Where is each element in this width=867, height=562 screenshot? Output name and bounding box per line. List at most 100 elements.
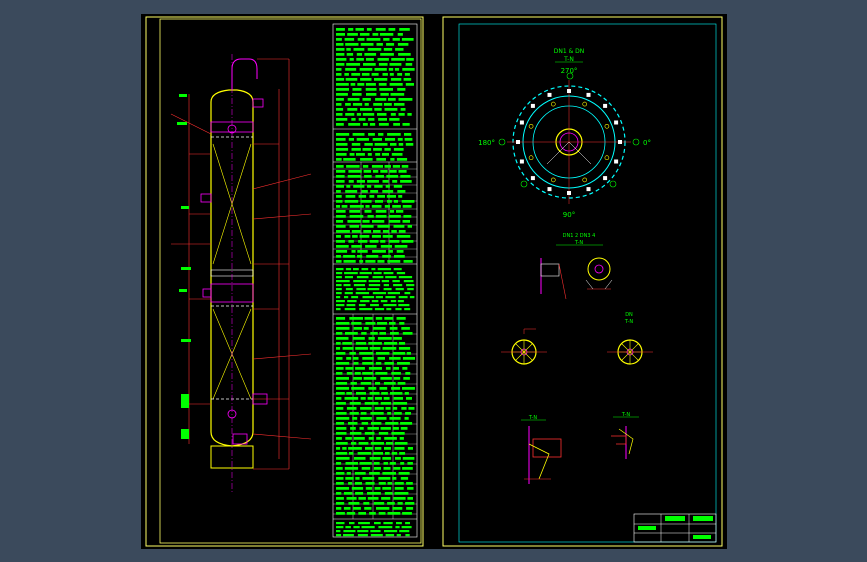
table-text-glyph [381, 497, 391, 500]
table-text-glyph [371, 422, 382, 425]
table-text-glyph [336, 362, 350, 365]
table-text-glyph [348, 502, 360, 505]
table-text-glyph [336, 502, 345, 505]
marker-circle-right [632, 138, 640, 146]
lower-left-brace [528, 443, 550, 480]
table-text-glyph [350, 83, 356, 86]
table-text-glyph [384, 108, 398, 111]
left-sheet [145, 16, 424, 547]
table-text-glyph [385, 138, 396, 141]
table-text-glyph [336, 280, 350, 283]
table-text-glyph [372, 250, 386, 253]
table-text-glyph [353, 284, 365, 287]
table-text-glyph [344, 308, 356, 311]
table-text-glyph [390, 210, 395, 213]
table-text-glyph [382, 190, 394, 193]
table-text-glyph [352, 133, 365, 136]
table-text-glyph [403, 78, 412, 81]
table-text-glyph [350, 382, 357, 385]
table-text-glyph [373, 327, 386, 330]
table-text-glyph [345, 43, 359, 46]
table-text-glyph [351, 322, 362, 325]
table-text-glyph [366, 255, 379, 258]
table-text-glyph [377, 113, 387, 116]
plan-bolt-marker [567, 89, 571, 93]
table-text-glyph [390, 300, 397, 303]
table-text-glyph [336, 482, 344, 485]
table-text-glyph [336, 200, 343, 203]
table-text-glyph [336, 78, 345, 81]
table-text-glyph [344, 38, 355, 41]
table-text-glyph [409, 296, 415, 299]
table-text-glyph [375, 372, 388, 375]
table-text-glyph [369, 195, 375, 198]
table-text-glyph [381, 280, 390, 283]
title-block-text-4 [693, 535, 711, 539]
table-text-glyph [336, 185, 344, 188]
table-text-glyph [381, 392, 388, 395]
detail-wheel-left [501, 328, 547, 365]
table-text-glyph [336, 153, 347, 156]
table-text-glyph [389, 73, 394, 76]
table-text-glyph [363, 63, 376, 66]
table-text-glyph [368, 284, 381, 287]
table-text-glyph [393, 268, 402, 271]
table-text-glyph [361, 467, 371, 470]
table-text-glyph [373, 467, 381, 470]
table-text-glyph [393, 148, 404, 151]
table-text-glyph [336, 447, 341, 450]
table-text-glyph [372, 170, 379, 173]
plan-bolt-marker [586, 187, 591, 192]
table-text-glyph [389, 357, 401, 360]
table-text-glyph [386, 442, 393, 445]
table-text-glyph [397, 88, 406, 91]
table-text-glyph [370, 332, 378, 335]
table-text-glyph [392, 407, 398, 410]
table-text-glyph [344, 467, 359, 470]
table-text-glyph [344, 235, 351, 238]
table-text-glyph [336, 300, 345, 303]
table-text-glyph [400, 175, 411, 178]
table-text-glyph [366, 28, 372, 31]
table-text-glyph [336, 452, 348, 455]
table-text-glyph [336, 148, 349, 151]
table-text-glyph [344, 292, 353, 295]
table-text-glyph [349, 225, 360, 228]
table-text-glyph [380, 53, 394, 56]
table-text-glyph [369, 472, 380, 475]
table-text-glyph [365, 447, 373, 450]
table-text-glyph [363, 170, 372, 173]
table-text-glyph [375, 352, 390, 355]
detail-lower-left: T-N [521, 415, 562, 484]
table-text-glyph [356, 113, 362, 116]
table-text-glyph [349, 402, 361, 405]
table-text-glyph [364, 402, 379, 405]
table-text-glyph [387, 412, 392, 415]
table-text-glyph [336, 296, 341, 299]
table-text-glyph [384, 437, 397, 440]
table-text-glyph [376, 507, 390, 510]
table-text-glyph [393, 497, 406, 500]
table-text-glyph [380, 377, 392, 380]
table-text-glyph [367, 180, 379, 183]
table-text-glyph [336, 352, 346, 355]
table-text-glyph [398, 276, 413, 279]
table-text-glyph [396, 210, 404, 213]
table-text-glyph [336, 382, 348, 385]
table-text-glyph [364, 210, 372, 213]
table-text-glyph [401, 38, 414, 41]
table-text-glyph [399, 452, 406, 455]
plan-bolt-marker [530, 103, 535, 108]
angle-label-180: 180° [478, 139, 495, 147]
table-text-glyph [393, 185, 403, 188]
table-text-glyph [360, 300, 370, 303]
table-text-glyph [364, 317, 373, 320]
table-text-glyph [371, 205, 382, 208]
table-text-glyph [404, 133, 412, 136]
table-text-glyph [358, 304, 366, 307]
table-text-glyph [390, 143, 397, 146]
table-text-glyph [391, 387, 401, 390]
table-text-glyph [345, 113, 355, 116]
table-text-glyph [383, 38, 390, 41]
table-text-glyph [393, 402, 408, 405]
